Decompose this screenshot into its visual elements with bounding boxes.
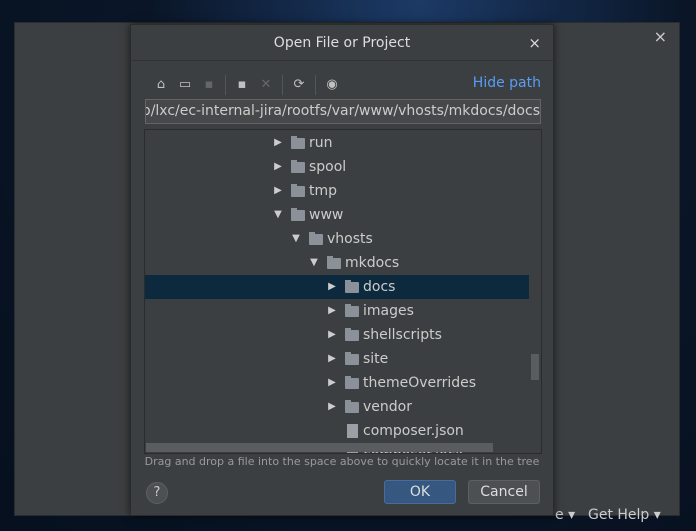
folder-icon <box>327 256 341 269</box>
close-button[interactable]: × <box>528 25 541 61</box>
tree-item-label: run <box>309 135 333 151</box>
folder-icon <box>291 136 305 149</box>
folder-icon <box>291 184 305 197</box>
path-input[interactable]: /var/lib/lxc/ec-internal-jira/rootfs/var… <box>145 99 541 124</box>
home-icon[interactable]: ⌂ <box>149 76 173 94</box>
tree-row[interactable]: ▶ images <box>145 299 529 323</box>
tree-item-label: composer.json <box>363 423 464 439</box>
tree-row[interactable]: ▶ vendor <box>145 395 529 419</box>
toolbar-separator <box>315 75 316 95</box>
collapse-arrow-icon[interactable]: ▼ <box>309 251 319 275</box>
tree-item-label: images <box>363 303 414 319</box>
expand-arrow-icon[interactable]: ▶ <box>327 275 337 299</box>
tree-item-label: vhosts <box>327 231 373 247</box>
show-hidden-icon[interactable]: ◉ <box>320 76 344 94</box>
expand-arrow-icon[interactable]: ▶ <box>327 323 337 347</box>
tree-item-label: tmp <box>309 183 338 199</box>
folder-icon <box>291 160 305 173</box>
folder-icon <box>309 232 323 245</box>
expand-arrow-icon[interactable]: ▶ <box>273 131 283 155</box>
drag-drop-hint: Drag and drop a file into the space abov… <box>144 455 540 468</box>
folder-icon <box>345 376 359 389</box>
tree-row[interactable]: composer.json <box>145 419 529 443</box>
tree-row[interactable]: ▼ vhosts <box>145 227 529 251</box>
expand-arrow-icon[interactable]: ▶ <box>327 299 337 323</box>
toolbar-separator <box>225 75 226 95</box>
folder-icon <box>291 208 305 221</box>
cancel-button[interactable]: Cancel <box>468 480 540 504</box>
tree-item-label: shellscripts <box>363 327 442 343</box>
tree-item-label: themeOverrides <box>363 375 477 391</box>
toolbar: ⌂ ▭ ▪ ▪ ✕ ⟳ ◉ <box>149 75 344 95</box>
expand-arrow-icon[interactable]: ▶ <box>327 371 337 395</box>
vertical-scrollbar[interactable] <box>531 354 539 380</box>
refresh-icon[interactable]: ⟳ <box>287 76 311 94</box>
dialog-title: Open File or Project <box>273 35 411 51</box>
expand-arrow-icon[interactable]: ▶ <box>273 179 283 203</box>
background-close-button[interactable]: × <box>654 27 667 46</box>
collapse-arrow-icon[interactable]: ▼ <box>273 203 283 227</box>
expand-arrow-icon[interactable]: ▶ <box>273 155 283 179</box>
tree-row[interactable]: ▶ shellscripts <box>145 323 529 347</box>
tree-item-label: site <box>363 351 389 367</box>
tree-row[interactable]: ▶ run <box>145 131 529 155</box>
file-icon <box>347 424 358 438</box>
tree-row[interactable]: ▶ themeOverrides <box>145 371 529 395</box>
tree-row[interactable]: ▼ mkdocs <box>145 251 529 275</box>
dialog-title-bar: Open File or Project × <box>131 25 553 61</box>
folder-icon <box>345 280 359 293</box>
new-folder-icon[interactable]: ▪ <box>230 76 254 94</box>
help-button[interactable]: ? <box>146 482 168 504</box>
tree-row[interactable]: ▶ spool <box>145 155 529 179</box>
folder-icon <box>345 328 359 341</box>
expand-arrow-icon[interactable]: ▶ <box>327 395 337 419</box>
get-help-menu[interactable]: Get Help ▾ <box>588 507 661 523</box>
open-file-dialog: Open File or Project × ⌂ ▭ ▪ ▪ ✕ ⟳ ◉ Hide path… <box>130 24 554 516</box>
background-menu-partial[interactable]: e ▾ <box>555 507 575 523</box>
folder-icon <box>345 400 359 413</box>
folder-icon <box>345 352 359 365</box>
tree-item-label: vendor <box>363 399 412 415</box>
hide-path-link[interactable]: Hide path <box>473 75 541 91</box>
tree-row[interactable]: ▶ site <box>145 347 529 371</box>
file-tree[interactable]: composer.lockcomposer.json▶vendor▶themeO… <box>144 129 542 454</box>
tree-item-label: www <box>309 207 344 223</box>
toolbar-separator <box>282 75 283 95</box>
tree-row[interactable]: ▶ docs <box>145 275 529 299</box>
tree-row[interactable]: ▶ tmp <box>145 179 529 203</box>
collapse-arrow-icon[interactable]: ▼ <box>291 227 301 251</box>
path-text: /var/lib/lxc/ec-internal-jira/rootfs/var… <box>145 103 540 119</box>
folder-icon <box>345 304 359 317</box>
tree-item-label: spool <box>309 159 347 175</box>
ok-button[interactable]: OK <box>384 480 456 504</box>
project-folder-icon[interactable]: ▪ <box>197 76 221 94</box>
horizontal-scrollbar[interactable] <box>146 443 493 452</box>
expand-arrow-icon[interactable]: ▶ <box>327 347 337 371</box>
tree-row[interactable]: ▼ www <box>145 203 529 227</box>
desktop-icon[interactable]: ▭ <box>173 76 197 94</box>
tree-item-label: mkdocs <box>345 255 400 271</box>
delete-icon[interactable]: ✕ <box>254 76 278 94</box>
tree-item-label: docs <box>363 279 396 295</box>
